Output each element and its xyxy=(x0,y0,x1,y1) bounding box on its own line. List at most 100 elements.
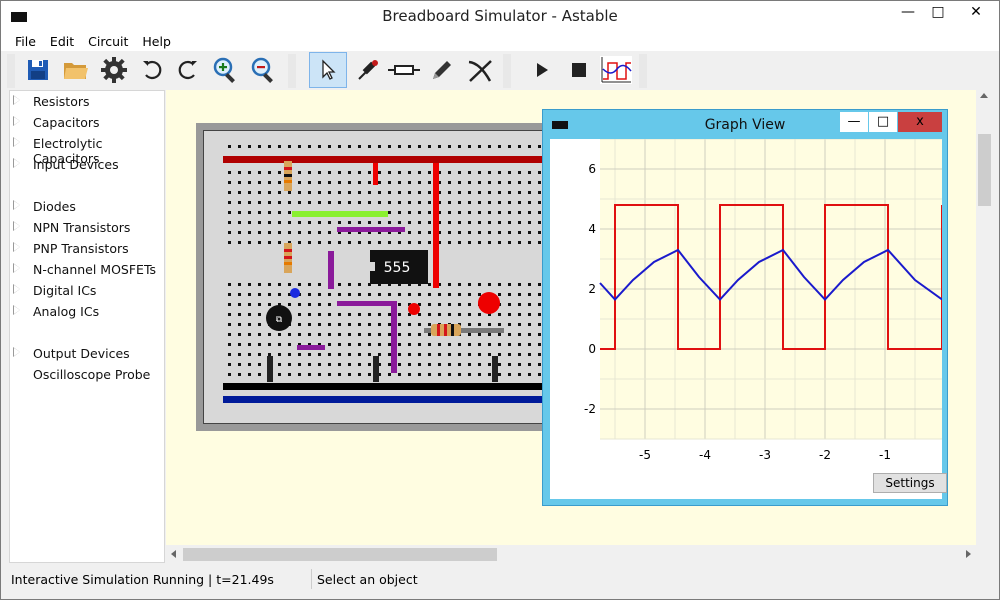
resistor-tool-button[interactable] xyxy=(387,53,421,87)
vertical-scroll-thumb[interactable] xyxy=(978,134,991,206)
horizontal-scroll-thumb[interactable] xyxy=(183,548,497,561)
breadboard-hole xyxy=(368,221,371,224)
breadboard-hole xyxy=(538,221,541,224)
stop-button[interactable] xyxy=(562,53,596,87)
zoom-out-button[interactable] xyxy=(247,53,281,87)
breadboard-hole xyxy=(308,181,311,184)
wire-black-1[interactable] xyxy=(267,356,273,382)
sidebar-item-label: Digital ICs xyxy=(33,283,97,298)
vertical-scrollbar[interactable] xyxy=(976,90,993,545)
draw-wire-button[interactable] xyxy=(425,53,459,87)
undo-button[interactable] xyxy=(135,53,169,87)
toolbar-grip[interactable] xyxy=(7,54,15,88)
breadboard-hole xyxy=(448,221,451,224)
wire-purple-top[interactable] xyxy=(337,227,405,232)
breadboard-hole xyxy=(258,171,261,174)
breadboard-hole xyxy=(318,333,321,336)
probe-point-red[interactable] xyxy=(408,303,420,315)
breadboard-hole xyxy=(348,241,351,244)
resistor-band xyxy=(451,324,454,336)
breadboard-hole xyxy=(288,303,291,306)
expand-arrow-fill xyxy=(14,201,20,209)
zoom-in-button[interactable] xyxy=(209,53,243,87)
wire-purple-bottom[interactable] xyxy=(297,345,325,350)
sidebar-item-oscilloscope-probe[interactable]: Oscilloscope Probe xyxy=(10,365,166,385)
minimize-button[interactable]: — xyxy=(893,1,923,23)
expand-arrow-fill xyxy=(14,159,20,167)
cut-wire-button[interactable] xyxy=(463,53,497,87)
menu-edit[interactable]: Edit xyxy=(43,31,81,49)
maximize-button[interactable]: □ xyxy=(923,1,953,23)
wire-purple-vertical[interactable] xyxy=(391,301,397,373)
breadboard-hole xyxy=(258,333,261,336)
sidebar-item-resistors[interactable]: Resistors xyxy=(10,92,166,112)
graph-settings-button[interactable]: Settings xyxy=(873,473,947,493)
breadboard-hole xyxy=(288,201,291,204)
select-tool-button[interactable] xyxy=(309,52,347,88)
sidebar-item-digital-ics[interactable]: Digital ICs xyxy=(10,281,166,301)
menu-file[interactable]: File xyxy=(1,31,43,49)
probe-point-blue[interactable] xyxy=(290,288,300,298)
breadboard-hole xyxy=(468,221,471,224)
breadboard-hole xyxy=(278,293,281,296)
menu-circuit[interactable]: Circuit xyxy=(81,31,135,49)
run-button[interactable] xyxy=(525,53,559,87)
sidebar-item-output-devices[interactable]: Output Devices xyxy=(10,344,166,364)
sidebar-item-electrolytic-capacitors[interactable]: Electrolytic Capacitors xyxy=(10,134,166,166)
sidebar-item-n-channel-mosfets[interactable]: N-channel MOSFETs xyxy=(10,260,166,280)
scroll-right-icon[interactable] xyxy=(966,550,971,558)
breadboard-hole xyxy=(498,283,501,286)
breadboard-hole xyxy=(398,145,401,148)
scroll-up-icon[interactable] xyxy=(980,93,988,98)
close-icon: x xyxy=(916,114,924,129)
sidebar-item-pnp-transistors[interactable]: PNP Transistors xyxy=(10,239,166,259)
menu-help[interactable]: Help xyxy=(135,31,178,49)
led-red[interactable] xyxy=(478,292,500,314)
sidebar-item-npn-transistors[interactable]: NPN Transistors xyxy=(10,218,166,238)
wire-black-2[interactable] xyxy=(373,356,379,382)
graph-minimize-button[interactable]: — xyxy=(840,112,868,132)
sidebar-item-label: Resistors xyxy=(33,94,90,109)
resistor-band xyxy=(437,324,440,336)
redo-button[interactable] xyxy=(171,53,205,87)
wire-purple-mid[interactable] xyxy=(337,301,393,306)
probe-tool-button[interactable] xyxy=(351,53,385,87)
sidebar-item-diodes[interactable]: Diodes xyxy=(10,197,166,217)
breadboard-hole xyxy=(458,353,461,356)
open-button[interactable] xyxy=(59,53,93,87)
toolbar-grip-4[interactable] xyxy=(639,54,647,88)
wire-black-3[interactable] xyxy=(492,356,498,382)
breadboard-hole xyxy=(398,373,401,376)
breadboard-hole xyxy=(238,241,241,244)
breadboard-hole xyxy=(488,211,491,214)
save-button[interactable] xyxy=(21,53,55,87)
breadboard-hole xyxy=(458,211,461,214)
breadboard-hole xyxy=(348,373,351,376)
breadboard-hole xyxy=(388,145,391,148)
toolbar-grip-3[interactable] xyxy=(503,54,511,88)
wire-red-short[interactable] xyxy=(373,163,378,185)
resistor-band xyxy=(444,324,447,336)
graph-button[interactable] xyxy=(599,53,633,87)
sidebar-item-analog-ics[interactable]: Analog ICs xyxy=(10,302,166,322)
toolbar-grip-2[interactable] xyxy=(288,54,296,88)
horizontal-scrollbar[interactable] xyxy=(166,546,976,563)
wire-red-vertical[interactable] xyxy=(433,163,439,288)
graph-close-button[interactable]: x xyxy=(898,112,942,132)
breadboard-surface[interactable]: 555 ⧉ xyxy=(203,130,545,424)
close-button[interactable]: ✕ xyxy=(955,1,997,23)
wire-purple-left[interactable] xyxy=(328,251,334,289)
settings-button[interactable] xyxy=(97,53,131,87)
graph-maximize-button[interactable]: □ xyxy=(869,112,897,132)
breadboard-hole xyxy=(468,313,471,316)
x-tick-label: -4 xyxy=(699,448,711,462)
breadboard-hole xyxy=(428,303,431,306)
breadboard-hole xyxy=(408,221,411,224)
scroll-left-icon[interactable] xyxy=(171,550,176,558)
breadboard[interactable]: 555 ⧉ xyxy=(196,123,551,431)
sidebar-item-input-devices[interactable]: Input Devices xyxy=(10,155,166,175)
breadboard-hole xyxy=(268,191,271,194)
wire-green[interactable] xyxy=(292,211,388,217)
breadboard-hole xyxy=(378,191,381,194)
sidebar-item-capacitors[interactable]: Capacitors xyxy=(10,113,166,133)
